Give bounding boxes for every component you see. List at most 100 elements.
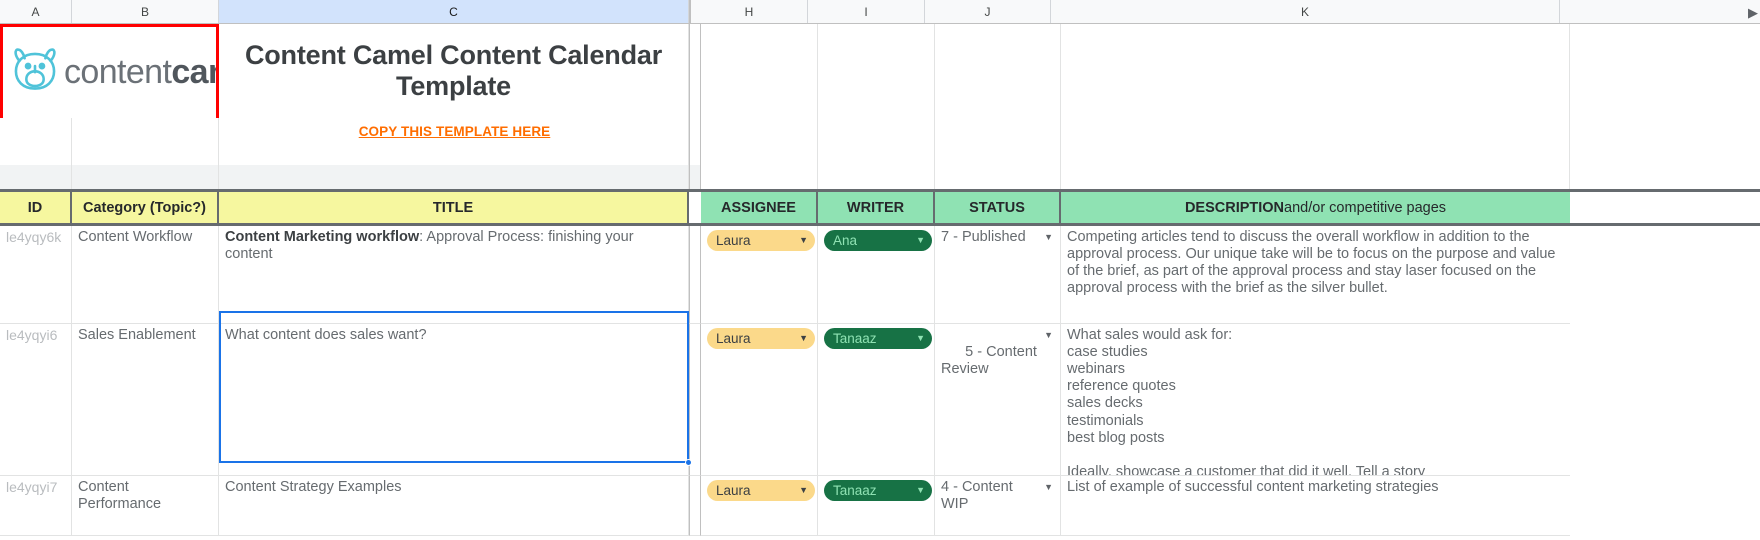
gap-column-cell [689,324,701,476]
column-header-k[interactable]: K [1051,0,1560,23]
table-header-assignee[interactable]: ASSIGNEE [701,189,818,226]
copy-template-link[interactable]: COPY THIS TEMPLATE HERE [359,124,551,140]
cell-id[interactable]: le4yqyi7 [0,476,72,536]
cell-description[interactable]: What sales would ask for: case studies w… [1061,324,1570,476]
assignee-chip-label: Laura [716,232,751,248]
scroll-right-arrow-icon[interactable]: ▶ [1748,5,1758,21]
chevron-down-icon[interactable]: ▼ [916,334,925,343]
cell-status[interactable]: 4 - Content WIP ▼ [935,476,1061,536]
chevron-down-icon[interactable]: ▼ [799,236,808,245]
cell-status[interactable]: 7 - Published ▼ [935,226,1061,324]
writer-chip[interactable]: Tanaaz ▼ [824,480,932,501]
empty-cell-a2[interactable] [0,118,72,146]
writer-chip-label: Ana [833,232,858,248]
assignee-chip[interactable]: Laura ▼ [707,328,815,349]
column-header-h[interactable]: H [691,0,808,23]
table-header-category[interactable]: Category (Topic?) [72,189,219,226]
empty-cell-b2[interactable] [72,118,219,146]
empty-cell-c3[interactable] [219,146,689,165]
chevron-down-icon[interactable]: ▼ [799,486,808,495]
table-header-row: ID Category (Topic?) TITLE ASSIGNEE WRIT… [0,189,1760,226]
empty-cell-j1[interactable] [935,24,1061,118]
banner-row-spacer [0,165,1760,189]
cell-description[interactable]: Competing articles tend to discuss the o… [1061,226,1570,324]
cell-title[interactable]: Content Strategy Examples [219,476,689,536]
chevron-down-icon[interactable]: ▼ [799,334,808,343]
table-row: le4yqy6k Content Workflow Content Market… [0,226,1760,324]
cell-category[interactable]: Content Workflow [72,226,219,324]
column-header-c[interactable]: C [219,0,689,23]
column-header-b[interactable]: B [72,0,219,23]
logo-cell[interactable]: contentcamel [0,24,219,118]
chevron-down-icon[interactable]: ▼ [916,236,925,245]
cell-assignee[interactable]: Laura ▼ [701,226,818,324]
cell-title[interactable]: What content does sales want? [219,324,689,476]
logo-word-camel: camel [171,53,216,92]
banner-row-link: COPY THIS TEMPLATE HERE [0,118,1760,146]
gap-column-cell [689,476,701,536]
copy-template-link-cell[interactable]: COPY THIS TEMPLATE HERE [219,118,689,146]
table-header-description-main: DESCRIPTION [1184,199,1285,216]
empty-cell-i1[interactable] [818,24,935,118]
spacer-cell-b[interactable] [72,165,219,189]
chevron-down-icon[interactable]: ▼ [916,486,925,495]
empty-cell-h1[interactable] [701,24,818,118]
gap-column-cell [689,24,701,118]
table-header-title[interactable]: TITLE [219,189,689,226]
table-header-gap [689,189,701,226]
spacer-cell-k[interactable] [1061,165,1570,189]
spacer-cell-j[interactable] [935,165,1061,189]
table-header-description-suffix: and/or competitive pages [1284,199,1447,216]
spacer-cell-h[interactable] [701,165,818,189]
empty-cell-j2[interactable] [935,118,1061,146]
dropdown-caret-icon[interactable]: ▼ [1044,482,1053,493]
logo-wordmark: contentcamel [64,52,216,92]
cell-assignee[interactable]: Laura ▼ [701,324,818,476]
spreadsheet-grid: contentcamel Content Camel Content Calen… [0,24,1760,536]
table-header-id[interactable]: ID [0,189,72,226]
column-header-j[interactable]: J [925,0,1051,23]
empty-cell-h2[interactable] [701,118,818,146]
assignee-chip[interactable]: Laura ▼ [707,480,815,501]
empty-cell-k1[interactable] [1061,24,1570,118]
dropdown-caret-icon[interactable]: ▼ [1044,330,1053,341]
empty-cell-k3[interactable] [1061,146,1570,165]
spacer-cell-i[interactable] [818,165,935,189]
empty-cell-a3[interactable] [0,146,72,165]
spacer-cell-c[interactable] [219,165,689,189]
writer-chip[interactable]: Ana ▼ [824,230,932,251]
cell-id[interactable]: le4yqyi6 [0,324,72,476]
table-row: le4yqyi7 Content Performance Content Str… [0,476,1760,536]
empty-cell-i2[interactable] [818,118,935,146]
column-header-a[interactable]: A [0,0,72,23]
cell-title[interactable]: Content Marketing workflow: Approval Pro… [219,226,689,324]
cell-status[interactable]: 5 - Content Review ▼ [935,324,1061,476]
empty-cell-j3[interactable] [935,146,1061,165]
banner-row-blank [0,146,1760,165]
column-header-i[interactable]: I [808,0,925,23]
cell-writer[interactable]: Tanaaz ▼ [818,324,935,476]
empty-cell-h3[interactable] [701,146,818,165]
cell-category[interactable]: Sales Enablement [72,324,219,476]
spacer-cell-a[interactable] [0,165,72,189]
writer-chip[interactable]: Tanaaz ▼ [824,328,932,349]
cell-writer[interactable]: Ana ▼ [818,226,935,324]
writer-chip-label: Tanaaz [833,482,877,498]
cell-writer[interactable]: Tanaaz ▼ [818,476,935,536]
empty-cell-b3[interactable] [72,146,219,165]
cell-description[interactable]: List of example of successful content ma… [1061,476,1570,536]
dropdown-caret-icon[interactable]: ▼ [1044,232,1053,243]
assignee-chip[interactable]: Laura ▼ [707,230,815,251]
empty-cell-k2[interactable] [1061,118,1570,146]
gap-column-cell [689,146,701,165]
writer-chip-label: Tanaaz [833,330,877,346]
table-header-description[interactable]: DESCRIPTION and/or competitive pages [1061,189,1570,226]
table-header-writer[interactable]: WRITER [818,189,935,226]
selection-handle-icon[interactable] [685,459,692,466]
empty-cell-i3[interactable] [818,146,935,165]
cell-id[interactable]: le4yqy6k [0,226,72,324]
content-camel-logo: contentcamel [9,44,216,102]
cell-category[interactable]: Content Performance [72,476,219,536]
cell-assignee[interactable]: Laura ▼ [701,476,818,536]
table-header-status[interactable]: STATUS [935,189,1061,226]
